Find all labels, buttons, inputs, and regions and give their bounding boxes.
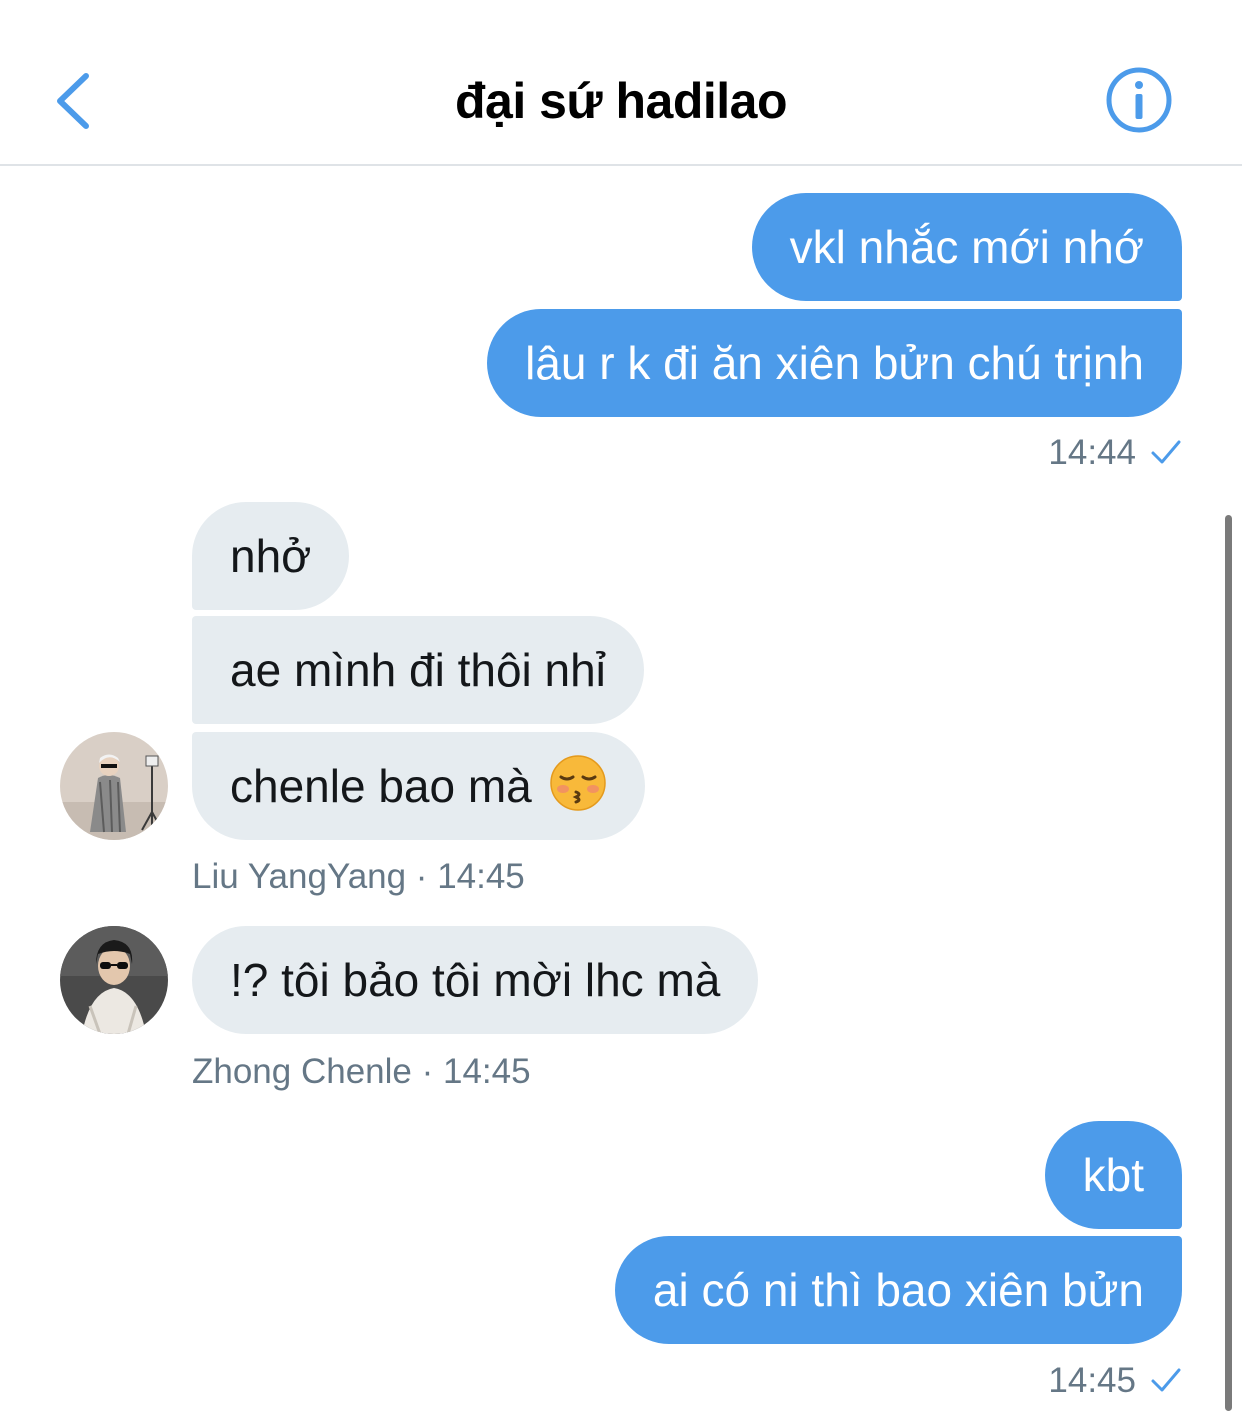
message-timestamp: 14:45 bbox=[1048, 1361, 1182, 1401]
kissing-face-emoji-icon bbox=[549, 755, 606, 811]
scrollbar[interactable] bbox=[1225, 515, 1232, 1411]
outgoing-message[interactable]: kbt bbox=[1044, 1121, 1182, 1229]
info-circle-icon bbox=[1106, 67, 1172, 133]
checkmark-icon bbox=[1151, 1368, 1181, 1392]
avatar-photo bbox=[60, 732, 168, 840]
outgoing-message[interactable]: lâu r k đi ăn xiên bửn chú trịnh bbox=[487, 309, 1182, 417]
incoming-message[interactable]: chenle bao mà bbox=[192, 732, 645, 840]
incoming-message[interactable]: !? tôi bảo tôi mời lhc mà bbox=[192, 926, 759, 1034]
message-text: chenle bao mà bbox=[230, 760, 532, 812]
timestamp-text: 14:44 bbox=[1048, 433, 1136, 472]
sender-label: Zhong Chenle · 14:45 bbox=[192, 1052, 531, 1091]
outgoing-message[interactable]: vkl nhắc mới nhớ bbox=[751, 193, 1182, 301]
avatar-liu-yangyang[interactable] bbox=[60, 732, 168, 840]
avatar-photo bbox=[60, 926, 168, 1034]
info-button[interactable] bbox=[1105, 66, 1173, 134]
conversation-header: đại sứ hadilao bbox=[0, 0, 1242, 166]
checkmark-icon bbox=[1151, 440, 1181, 464]
timestamp-text: 14:45 bbox=[1048, 1361, 1136, 1400]
avatar-zhong-chenle[interactable] bbox=[60, 926, 168, 1034]
message-timestamp: 14:44 bbox=[1048, 433, 1182, 473]
outgoing-message[interactable]: ai có ni thì bao xiên bửn bbox=[614, 1236, 1182, 1344]
conversation-title: đại sứ hadilao bbox=[454, 73, 788, 129]
incoming-message[interactable]: ae mình đi thôi nhỉ bbox=[192, 616, 644, 724]
sender-label: Liu YangYang · 14:45 bbox=[192, 857, 525, 896]
incoming-message[interactable]: nhở bbox=[192, 502, 350, 610]
